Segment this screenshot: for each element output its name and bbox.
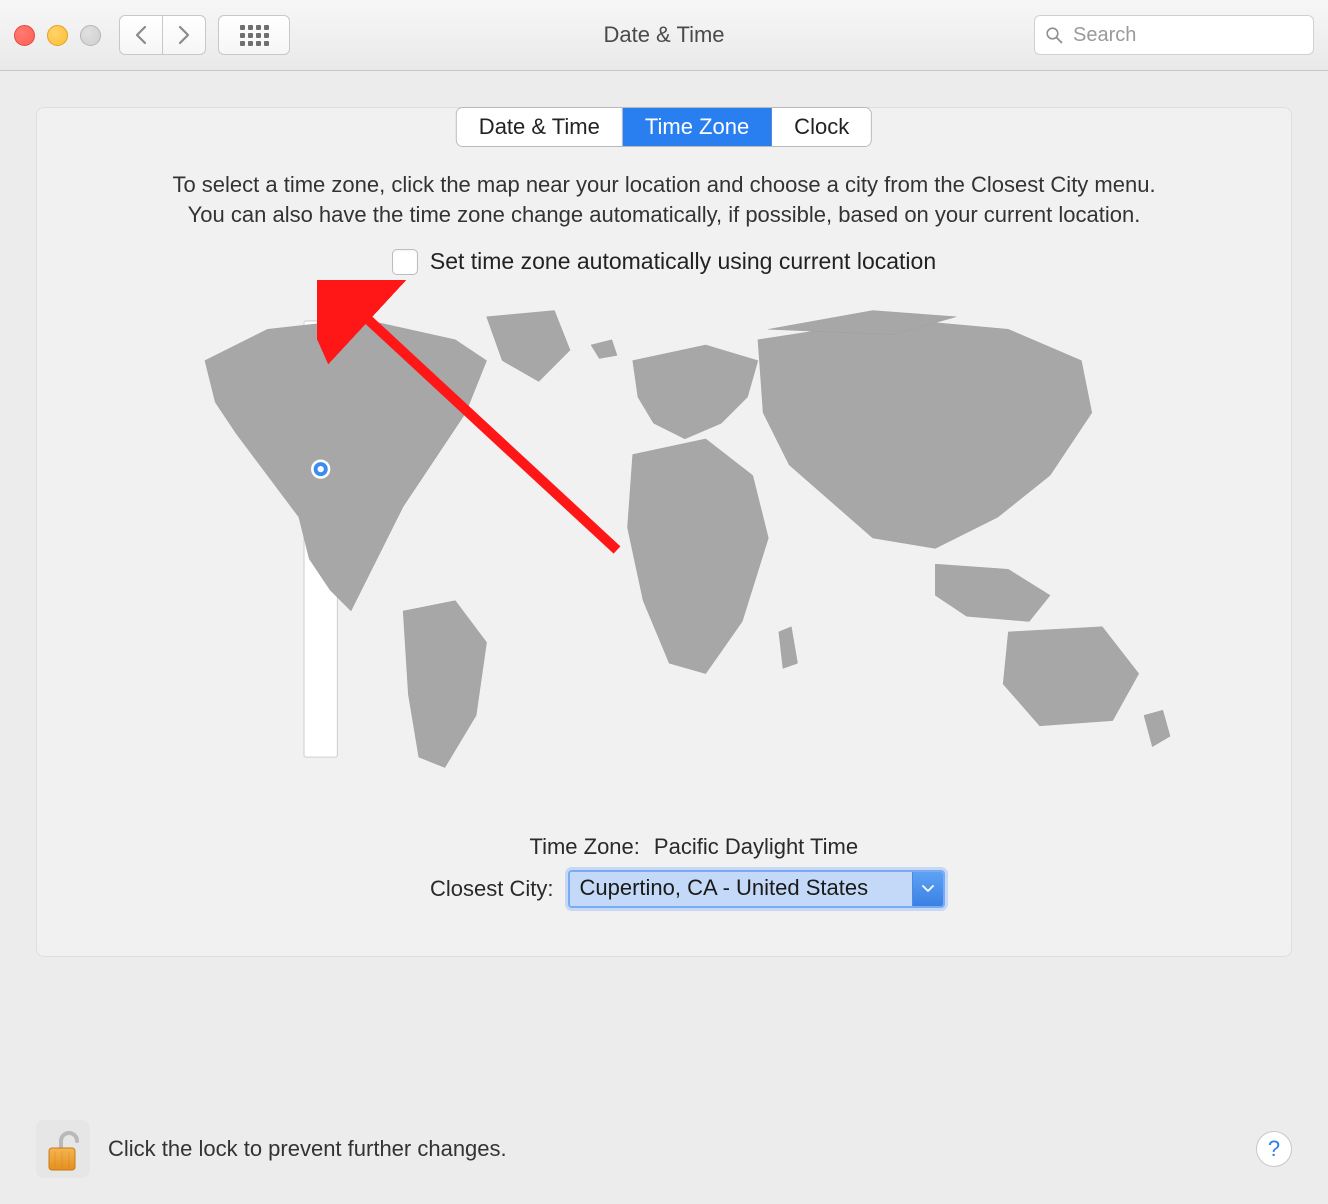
preferences-panel: Date & Time Time Zone Clock To select a … xyxy=(36,107,1292,957)
tab-time-zone[interactable]: Time Zone xyxy=(623,108,772,146)
timezone-label: Time Zone: xyxy=(470,834,640,860)
timezone-info: Time Zone: Pacific Daylight Time Closest… xyxy=(37,834,1291,908)
lock-text: Click the lock to prevent further change… xyxy=(108,1136,507,1162)
instructions-line1: To select a time zone, click the map nea… xyxy=(77,170,1251,200)
instructions-line2: You can also have the time zone change a… xyxy=(77,200,1251,230)
timezone-value: Pacific Daylight Time xyxy=(654,834,858,860)
tab-clock[interactable]: Clock xyxy=(772,108,871,146)
auto-timezone-checkbox[interactable] xyxy=(392,249,418,275)
close-window-button[interactable] xyxy=(14,25,35,46)
auto-timezone-label: Set time zone automatically using curren… xyxy=(430,248,936,275)
instructions-text: To select a time zone, click the map nea… xyxy=(37,170,1291,230)
lock-button[interactable] xyxy=(36,1120,90,1178)
search-field[interactable] xyxy=(1034,15,1314,55)
question-mark-icon: ? xyxy=(1268,1136,1280,1162)
search-input[interactable] xyxy=(1071,23,1303,48)
closest-city-dropdown-button[interactable] xyxy=(912,872,943,906)
help-button[interactable]: ? xyxy=(1256,1131,1292,1167)
nav-buttons xyxy=(119,15,206,55)
search-icon xyxy=(1045,26,1063,44)
minimize-window-button[interactable] xyxy=(47,25,68,46)
grid-icon xyxy=(240,25,269,46)
tab-bar: Date & Time Time Zone Clock xyxy=(456,107,872,147)
closest-city-value: Cupertino, CA - United States xyxy=(570,872,912,906)
back-button[interactable] xyxy=(119,15,163,55)
window-toolbar: Date & Time xyxy=(0,0,1328,71)
chevron-right-icon xyxy=(177,25,191,45)
lock-row: Click the lock to prevent further change… xyxy=(36,1120,1292,1178)
chevron-down-icon xyxy=(922,885,934,893)
tab-date-time[interactable]: Date & Time xyxy=(457,108,623,146)
auto-timezone-row: Set time zone automatically using curren… xyxy=(37,248,1291,275)
chevron-left-icon xyxy=(134,25,148,45)
closest-city-label: Closest City: xyxy=(384,876,554,902)
forward-button[interactable] xyxy=(163,15,206,55)
unlocked-padlock-icon xyxy=(43,1128,83,1174)
location-pin-icon xyxy=(312,461,329,478)
continents-icon xyxy=(205,311,1170,768)
show-all-button[interactable] xyxy=(218,15,290,55)
closest-city-combobox[interactable]: Cupertino, CA - United States xyxy=(568,870,945,908)
world-map[interactable] xyxy=(77,298,1251,778)
zoom-window-button[interactable] xyxy=(80,25,101,46)
window-controls xyxy=(14,25,101,46)
